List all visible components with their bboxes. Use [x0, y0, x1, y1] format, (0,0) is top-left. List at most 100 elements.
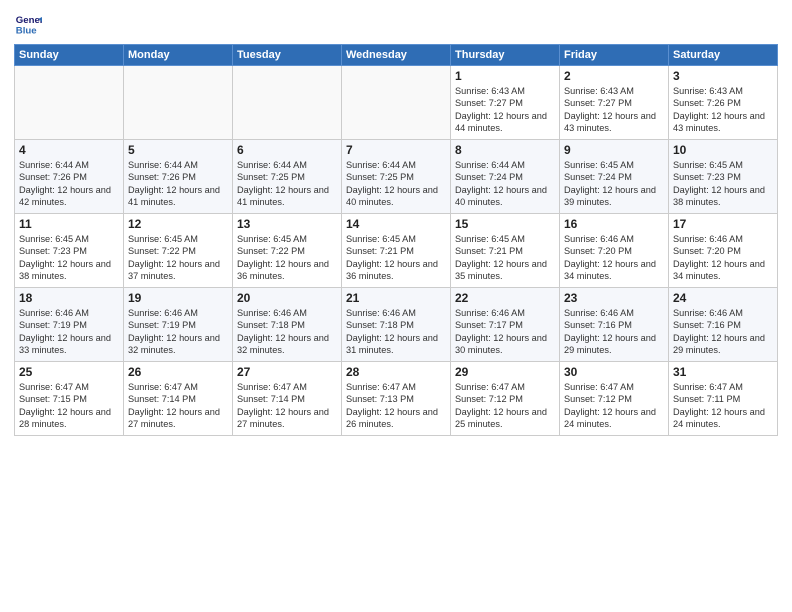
day-number: 15 [455, 217, 555, 231]
day-header-thursday: Thursday [451, 45, 560, 66]
cell-content: Sunrise: 6:47 AM Sunset: 7:12 PM Dayligh… [455, 381, 555, 431]
logo-icon: General Blue [14, 10, 42, 38]
day-number: 1 [455, 69, 555, 83]
svg-text:General: General [16, 15, 42, 26]
day-number: 25 [19, 365, 119, 379]
day-number: 27 [237, 365, 337, 379]
cell-content: Sunrise: 6:43 AM Sunset: 7:27 PM Dayligh… [564, 85, 664, 135]
cell-content: Sunrise: 6:45 AM Sunset: 7:21 PM Dayligh… [346, 233, 446, 283]
cell-content: Sunrise: 6:44 AM Sunset: 7:24 PM Dayligh… [455, 159, 555, 209]
calendar-cell: 20Sunrise: 6:46 AM Sunset: 7:18 PM Dayli… [233, 288, 342, 362]
calendar-cell: 26 Sunrise: 6:47 AM Sunset: 7:14 PM Dayli… [124, 362, 233, 436]
day-number: 14 [346, 217, 446, 231]
cell-content: Sunrise: 6:45 AM Sunset: 7:23 PM Dayligh… [19, 233, 119, 283]
cell-content: Sunrise: 6:47 AM Sunset: 7:14 PM Dayligh… [128, 381, 228, 431]
day-number: 24 [673, 291, 773, 305]
day-number: 26 [128, 365, 228, 379]
day-number: 7 [346, 143, 446, 157]
cell-content: Sunrise: 6:46 AM Sunset: 7:18 PM Dayligh… [237, 307, 337, 357]
day-header-friday: Friday [560, 45, 669, 66]
calendar-cell: 16 Sunrise: 6:46 AM Sunset: 7:20 PM Dayli… [560, 214, 669, 288]
day-number: 12 [128, 217, 228, 231]
day-number: 3 [673, 69, 773, 83]
cell-content: Sunrise: 6:47 AM Sunset: 7:12 PM Dayligh… [564, 381, 664, 431]
calendar-cell: 13 Sunrise: 6:45 AM Sunset: 7:22 PM Dayli… [233, 214, 342, 288]
day-number: 31 [673, 365, 773, 379]
cell-content: Sunrise: 6:46 AM Sunset: 7:17 PM Dayligh… [455, 307, 555, 357]
calendar-cell: 4 Sunrise: 6:44 AM Sunset: 7:26 PM Daylig… [15, 140, 124, 214]
week-row-5: 25 Sunrise: 6:47 AM Sunset: 7:15 PM Dayli… [15, 362, 778, 436]
day-number: 22 [455, 291, 555, 305]
cell-content: Sunrise: 6:46 AM Sunset: 7:20 PM Dayligh… [564, 233, 664, 283]
cell-content: Sunrise: 6:47 AM Sunset: 7:14 PM Dayligh… [237, 381, 337, 431]
day-number: 5 [128, 143, 228, 157]
calendar-cell: 18 Sunrise: 6:46 AM Sunset: 7:19 PM Dayli… [15, 288, 124, 362]
calendar-cell: 29 Sunrise: 6:47 AM Sunset: 7:12 PM Dayli… [451, 362, 560, 436]
calendar-cell: 28Sunrise: 6:47 AM Sunset: 7:13 PM Dayli… [342, 362, 451, 436]
day-number: 6 [237, 143, 337, 157]
calendar-cell [15, 66, 124, 140]
cell-content: Sunrise: 6:44 AM Sunset: 7:26 PM Dayligh… [128, 159, 228, 209]
calendar-cell [124, 66, 233, 140]
page-container: General Blue SundayMondayTuesdayWednesda… [0, 0, 792, 444]
week-row-4: 18 Sunrise: 6:46 AM Sunset: 7:19 PM Dayli… [15, 288, 778, 362]
days-row: SundayMondayTuesdayWednesdayThursdayFrid… [15, 45, 778, 66]
calendar-cell: 23 Sunrise: 6:46 AM Sunset: 7:16 PM Dayli… [560, 288, 669, 362]
day-number: 23 [564, 291, 664, 305]
day-number: 13 [237, 217, 337, 231]
cell-content: Sunrise: 6:43 AM Sunset: 7:27 PM Dayligh… [455, 85, 555, 135]
cell-content: Sunrise: 6:44 AM Sunset: 7:25 PM Dayligh… [346, 159, 446, 209]
cell-content: Sunrise: 6:46 AM Sunset: 7:19 PM Dayligh… [19, 307, 119, 357]
calendar-cell: 5 Sunrise: 6:44 AM Sunset: 7:26 PM Daylig… [124, 140, 233, 214]
week-row-1: 1 Sunrise: 6:43 AM Sunset: 7:27 PM Daylig… [15, 66, 778, 140]
cell-content: Sunrise: 6:44 AM Sunset: 7:26 PM Dayligh… [19, 159, 119, 209]
calendar-cell: 8 Sunrise: 6:44 AM Sunset: 7:24 PM Daylig… [451, 140, 560, 214]
calendar-cell [342, 66, 451, 140]
calendar-cell: 31Sunrise: 6:47 AM Sunset: 7:11 PM Dayli… [669, 362, 778, 436]
calendar-cell [233, 66, 342, 140]
day-number: 2 [564, 69, 664, 83]
calendar-cell: 30Sunrise: 6:47 AM Sunset: 7:12 PM Dayli… [560, 362, 669, 436]
day-number: 19 [128, 291, 228, 305]
calendar-cell: 22 Sunrise: 6:46 AM Sunset: 7:17 PM Dayli… [451, 288, 560, 362]
calendar-cell: 27 Sunrise: 6:47 AM Sunset: 7:14 PM Dayli… [233, 362, 342, 436]
day-number: 4 [19, 143, 119, 157]
calendar-cell: 12 Sunrise: 6:45 AM Sunset: 7:22 PM Dayli… [124, 214, 233, 288]
cell-content: Sunrise: 6:45 AM Sunset: 7:22 PM Dayligh… [128, 233, 228, 283]
day-number: 8 [455, 143, 555, 157]
day-number: 29 [455, 365, 555, 379]
cell-content: Sunrise: 6:46 AM Sunset: 7:16 PM Dayligh… [564, 307, 664, 357]
calendar-cell: 19 Sunrise: 6:46 AM Sunset: 7:19 PM Dayli… [124, 288, 233, 362]
calendar-body: 1 Sunrise: 6:43 AM Sunset: 7:27 PM Daylig… [15, 66, 778, 436]
cell-content: Sunrise: 6:45 AM Sunset: 7:21 PM Dayligh… [455, 233, 555, 283]
header: General Blue [14, 10, 778, 38]
calendar-cell: 24Sunrise: 6:46 AM Sunset: 7:16 PM Dayli… [669, 288, 778, 362]
cell-content: Sunrise: 6:46 AM Sunset: 7:20 PM Dayligh… [673, 233, 773, 283]
calendar-cell: 1 Sunrise: 6:43 AM Sunset: 7:27 PM Daylig… [451, 66, 560, 140]
logo: General Blue [14, 10, 44, 38]
day-number: 18 [19, 291, 119, 305]
cell-content: Sunrise: 6:47 AM Sunset: 7:15 PM Dayligh… [19, 381, 119, 431]
calendar-cell: 10Sunrise: 6:45 AM Sunset: 7:23 PM Dayli… [669, 140, 778, 214]
cell-content: Sunrise: 6:45 AM Sunset: 7:23 PM Dayligh… [673, 159, 773, 209]
week-row-3: 11 Sunrise: 6:45 AM Sunset: 7:23 PM Dayli… [15, 214, 778, 288]
cell-content: Sunrise: 6:46 AM Sunset: 7:19 PM Dayligh… [128, 307, 228, 357]
cell-content: Sunrise: 6:45 AM Sunset: 7:22 PM Dayligh… [237, 233, 337, 283]
day-header-sunday: Sunday [15, 45, 124, 66]
day-header-wednesday: Wednesday [342, 45, 451, 66]
svg-text:Blue: Blue [16, 26, 37, 37]
cell-content: Sunrise: 6:43 AM Sunset: 7:26 PM Dayligh… [673, 85, 773, 135]
day-header-monday: Monday [124, 45, 233, 66]
calendar-cell: 7 Sunrise: 6:44 AM Sunset: 7:25 PM Daylig… [342, 140, 451, 214]
calendar-cell: 21Sunrise: 6:46 AM Sunset: 7:18 PM Dayli… [342, 288, 451, 362]
cell-content: Sunrise: 6:46 AM Sunset: 7:18 PM Dayligh… [346, 307, 446, 357]
calendar-cell: 14 Sunrise: 6:45 AM Sunset: 7:21 PM Dayli… [342, 214, 451, 288]
day-number: 16 [564, 217, 664, 231]
calendar-cell: 3 Sunrise: 6:43 AM Sunset: 7:26 PM Daylig… [669, 66, 778, 140]
calendar-cell: 6Sunrise: 6:44 AM Sunset: 7:25 PM Daylig… [233, 140, 342, 214]
calendar-cell: 11 Sunrise: 6:45 AM Sunset: 7:23 PM Dayli… [15, 214, 124, 288]
day-number: 11 [19, 217, 119, 231]
calendar-table: SundayMondayTuesdayWednesdayThursdayFrid… [14, 44, 778, 436]
calendar-cell: 9Sunrise: 6:45 AM Sunset: 7:24 PM Daylig… [560, 140, 669, 214]
day-number: 17 [673, 217, 773, 231]
